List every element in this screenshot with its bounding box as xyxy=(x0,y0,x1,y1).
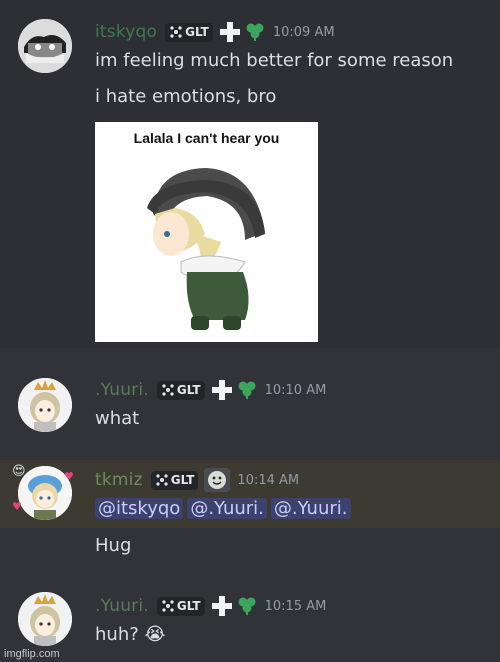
message-itskyqo: itskyqo GLT 10:09 AM im feeling much bet… xyxy=(0,0,500,116)
timestamp: 10:14 AM xyxy=(237,472,300,488)
heart-icon: ♥ xyxy=(64,470,74,483)
message-text: i hate emotions, bro xyxy=(95,86,277,107)
username[interactable]: tkmiz xyxy=(95,470,143,490)
message-yuuri: .Yuuri. GLT 10:10 AM what xyxy=(0,348,500,460)
chibi-character-illustration xyxy=(147,168,265,330)
message-yuuri-2: .Yuuri. GLT 10:15 AM huh? 😭 xyxy=(0,568,500,662)
timestamp: 10:10 AM xyxy=(264,382,327,398)
clan-tag-label: GLT xyxy=(176,599,201,613)
message-text: huh? 😭 xyxy=(95,624,166,645)
message-text: Hug xyxy=(95,535,132,556)
plus-badge-icon[interactable] xyxy=(211,379,233,401)
clover-badge-icon[interactable] xyxy=(236,380,258,400)
clan-tag-label: GLT xyxy=(185,25,209,39)
clan-tag-label: GLT xyxy=(170,473,195,487)
avatar[interactable] xyxy=(18,19,72,73)
clan-tag[interactable]: GLT xyxy=(165,22,213,42)
message-header: .Yuuri. GLT 10:10 AM xyxy=(95,378,326,402)
clan-badge-icon xyxy=(162,384,174,396)
message-text: im feeling much better for some reason xyxy=(95,50,454,71)
plus-badge-icon[interactable] xyxy=(211,595,233,617)
message-header: itskyqo GLT 10:09 AM xyxy=(95,20,335,44)
plus-badge-icon[interactable] xyxy=(219,21,241,43)
clover-badge-icon[interactable] xyxy=(236,596,258,616)
username[interactable]: .Yuuri. xyxy=(95,380,149,400)
heart-icon: ♥ xyxy=(12,500,22,513)
clan-badge-icon xyxy=(162,600,174,612)
timestamp: 10:15 AM xyxy=(264,598,327,614)
username[interactable]: itskyqo xyxy=(95,22,157,42)
message-text: what xyxy=(95,408,140,429)
clan-tag[interactable]: GLT xyxy=(156,380,205,400)
username[interactable]: .Yuuri. xyxy=(95,596,149,616)
timestamp: 10:09 AM xyxy=(272,24,335,40)
clover-badge-icon[interactable] xyxy=(244,22,266,42)
watermark: imgflip.com xyxy=(4,648,60,660)
user-mention[interactable]: @.Yuuri. xyxy=(187,498,267,519)
clan-badge-icon xyxy=(156,474,168,486)
image-attachment[interactable]: Lalala I can't hear you xyxy=(95,122,318,342)
avatar[interactable] xyxy=(18,592,72,646)
smiley-badge-icon[interactable] xyxy=(204,468,231,492)
clan-tag[interactable]: GLT xyxy=(150,470,199,490)
clan-badge-icon xyxy=(170,26,182,38)
clan-tag[interactable]: GLT xyxy=(156,596,205,616)
avatar[interactable] xyxy=(18,378,72,432)
user-mention[interactable]: @.Yuuri. xyxy=(270,498,351,519)
message-header: .Yuuri. GLT 10:15 AM xyxy=(95,594,326,618)
clan-tag-label: GLT xyxy=(176,383,201,397)
user-mention[interactable]: @itskyqo xyxy=(95,498,184,519)
mentions-row: @itskyqo @.Yuuri. @.Yuuri. xyxy=(95,498,355,519)
message-tkmiz: 😍 ♥ ♥ tkmiz GLT 10:14 AM @itskyqo @.Yuuri… xyxy=(0,460,500,528)
message-header: tkmiz GLT 10:14 AM xyxy=(95,468,299,492)
heart-eyes-emoji-icon: 😍 xyxy=(12,464,26,479)
